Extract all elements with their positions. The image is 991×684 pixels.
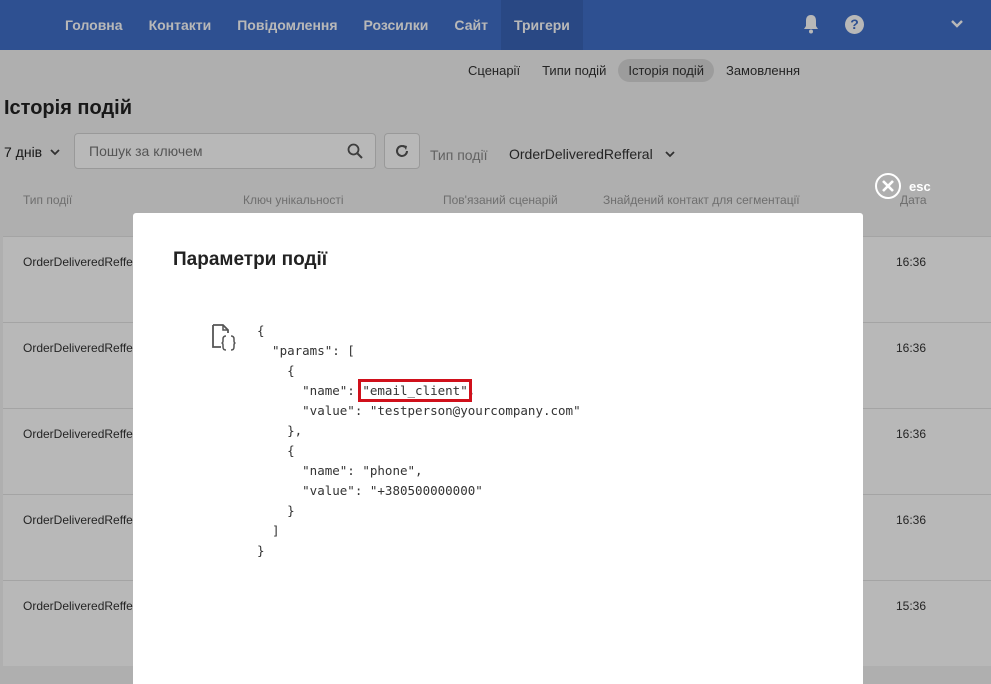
code-line: { — [257, 443, 295, 458]
code-line: "params": [ — [257, 343, 355, 358]
json-file-icon — [212, 324, 236, 351]
code-line: }, — [257, 423, 303, 438]
close-modal-button[interactable]: esc — [875, 173, 931, 199]
code-line: } — [257, 503, 295, 518]
code-line: "name": "email_client", — [257, 379, 581, 402]
code-key: "name": — [257, 383, 363, 398]
code-line: } — [257, 543, 265, 558]
esc-label: esc — [909, 178, 931, 194]
code-line: "value": "testperson@yourcompany.com" — [257, 403, 581, 418]
code-line: { — [257, 323, 265, 338]
code-line: "name": "phone", — [257, 463, 423, 478]
event-params-modal: Параметри події { "params": [ { "name": … — [133, 213, 863, 684]
close-icon — [875, 173, 901, 199]
code-line: { — [257, 363, 295, 378]
json-code-block: { "params": [ { "name": "email_client", … — [257, 321, 581, 561]
code-line: ] — [257, 523, 280, 538]
modal-title: Параметри події — [173, 249, 328, 270]
code-line: "value": "+380500000000" — [257, 483, 483, 498]
code-punct: , — [467, 383, 476, 398]
highlighted-param-value: "email_client" — [358, 379, 472, 402]
